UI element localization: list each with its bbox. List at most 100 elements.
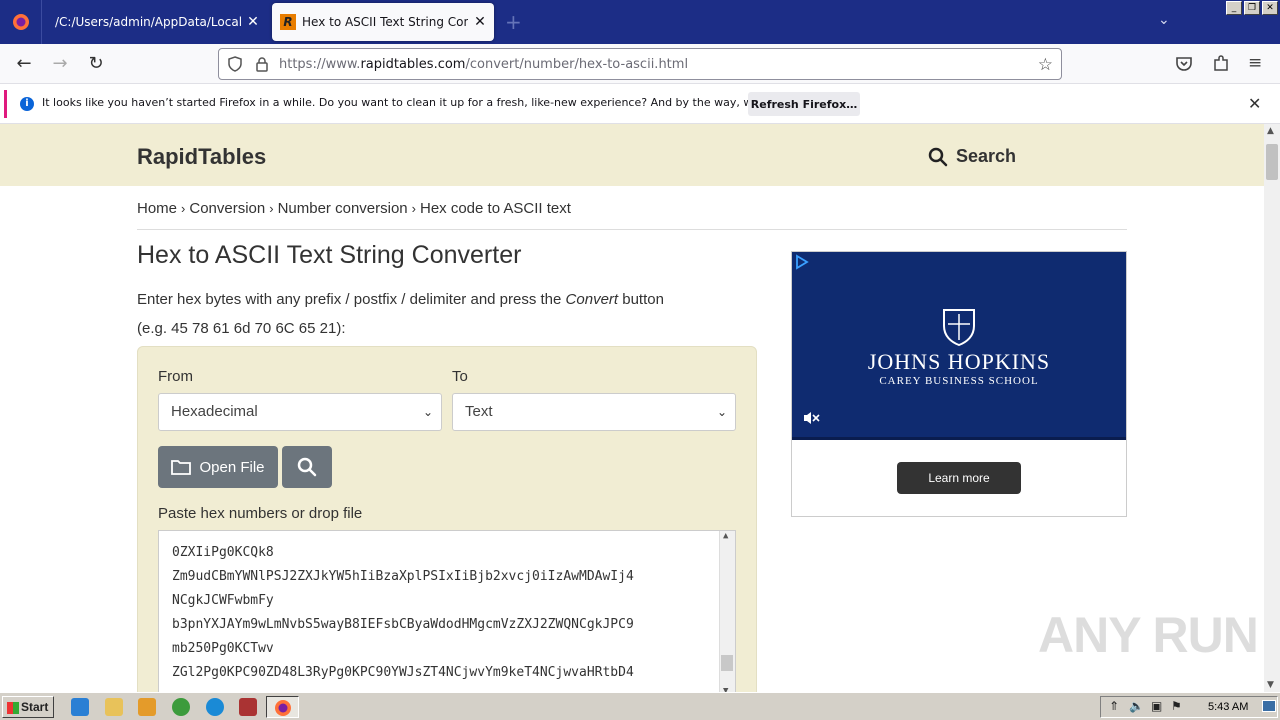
search-button[interactable] [282, 446, 332, 488]
firefox-notification-bar: i It looks like you haven’t started Fire… [0, 84, 1280, 124]
page-title: Hex to ASCII Text String Converter [137, 241, 522, 269]
firefox-icon [275, 700, 291, 716]
scrollbar-thumb[interactable] [721, 655, 733, 671]
firefox-icon [12, 14, 29, 30]
rapidtables-favicon-icon: R [280, 14, 296, 30]
breadcrumb-number-conversion[interactable]: Number conversion [278, 200, 408, 217]
breadcrumb-separator: › [269, 201, 274, 216]
close-tab-icon[interactable]: ✕ [472, 14, 488, 30]
from-select[interactable]: Hexadecimal ⌄ [158, 393, 442, 431]
hex-text-content: 0ZXIiPg0KCQk8 Zm9udCBmYWNlPSJ2ZXJkYW5hIi… [172, 531, 634, 685]
ad-brand-name: JOHNS HOPKINS [867, 349, 1051, 374]
folder-icon [171, 460, 192, 475]
breadcrumb-separator: › [181, 201, 186, 216]
to-label: To [452, 368, 468, 385]
scroll-up-icon[interactable]: ▲ [1267, 126, 1274, 136]
windows-logo-icon [7, 701, 19, 714]
tray-arrow-icon[interactable]: ⇑ [1109, 699, 1119, 713]
reload-icon[interactable]: ↻ [84, 52, 108, 76]
lock-icon[interactable] [255, 56, 269, 72]
volume-icon[interactable]: 🔈 [1129, 699, 1144, 713]
tab-hex-converter[interactable]: R Hex to ASCII Text String Converter ✕ [272, 3, 494, 41]
window-controls: _ ❐ ✕ [1226, 1, 1278, 15]
breadcrumb: Home › Conversion › Number conversion › Hex co… [137, 200, 571, 217]
search-icon [928, 147, 948, 166]
info-icon: i [20, 97, 34, 111]
hamburger-menu-icon[interactable]: ≡ [1248, 53, 1262, 73]
from-select-value: Hexadecimal [171, 403, 258, 420]
refresh-firefox-button[interactable]: Refresh Firefox… [748, 92, 860, 116]
close-tab-icon[interactable]: ✕ [245, 14, 261, 30]
breadcrumb-conversion[interactable]: Conversion [189, 200, 265, 217]
media-player-icon[interactable] [138, 698, 156, 716]
breadcrumb-separator: › [411, 201, 416, 216]
muted-speaker-icon[interactable] [802, 410, 820, 426]
site-logo[interactable]: RapidTables [137, 144, 266, 170]
tab-label: Hex to ASCII Text String Converter [302, 15, 468, 29]
divider [137, 229, 1127, 230]
firefox-taskbar-button[interactable] [266, 696, 299, 718]
page-scrollbar[interactable]: ▲ ▼ [1264, 124, 1280, 692]
windows-taskbar: Start ⇑ 🔈 ▣ ⚑ 5:43 AM [0, 692, 1280, 720]
converter-form: From To Hexadecimal ⌄ Text ⌄ Open File P… [137, 346, 757, 692]
to-select[interactable]: Text ⌄ [452, 393, 736, 431]
scroll-down-icon[interactable]: ▼ [1267, 680, 1274, 690]
chevron-down-icon: ⌄ [422, 405, 433, 419]
anyrun-watermark: ANY RUN [1038, 607, 1259, 663]
hex-line: 0ZXIiPg0KCQk8 [172, 545, 274, 560]
firefox-menu-tab[interactable] [0, 0, 42, 44]
site-search-button[interactable]: Search [928, 146, 1016, 167]
restore-icon[interactable]: ❐ [1244, 1, 1260, 15]
open-file-label: Open File [199, 458, 265, 476]
example-text: (e.g. 45 78 61 6d 70 6C 65 21): [137, 320, 346, 337]
start-label: Start [21, 700, 49, 714]
back-arrow-icon[interactable]: ← [12, 52, 36, 76]
breadcrumb-home[interactable]: Home [137, 200, 177, 217]
textarea-scrollbar[interactable]: ▲ ▼ [719, 531, 735, 692]
bookmark-star-icon[interactable]: ☆ [1038, 55, 1053, 75]
to-select-value: Text [465, 403, 493, 420]
hex-line: Zm9udCBmYWNlPSJ2ZXJkYW5hIiBzaXplPSIxIiBj… [172, 569, 634, 584]
chrome-icon[interactable] [172, 698, 190, 716]
search-label: Search [956, 146, 1017, 166]
show-desktop-icon[interactable] [1262, 700, 1276, 712]
navigation-toolbar: ← → ↻ https://www.rapidtables.com/conver… [0, 44, 1280, 84]
tab-temp-file[interactable]: /C:/Users/admin/AppData/Local/Temp/ ✕ [43, 0, 269, 44]
university-shield-icon [943, 309, 975, 346]
close-icon[interactable]: ✕ [1248, 94, 1261, 113]
page-scrollbar-thumb[interactable] [1266, 144, 1278, 180]
forward-arrow-icon[interactable]: → [48, 52, 72, 76]
intro-text: Enter hex bytes with any prefix / postfi… [137, 291, 664, 308]
hex-line: ZGl2Pg0KPC90ZD48L3RyPg0KPC90YWJsZT4NCjwv… [172, 665, 634, 680]
tracking-shield-icon[interactable] [227, 56, 243, 72]
ad-subtitle: CAREY BUSINESS SCHOOL [879, 375, 1039, 387]
edge-icon[interactable] [206, 698, 224, 716]
hex-input-textarea[interactable]: 0ZXIiPg0KCQk8 Zm9udCBmYWNlPSJ2ZXJkYW5hIi… [158, 530, 736, 692]
chevron-down-icon: ⌄ [716, 405, 727, 419]
new-tab-icon[interactable]: + [505, 10, 522, 34]
browser-tab-bar: /C:/Users/admin/AppData/Local/Temp/ ✕ R … [0, 0, 1280, 44]
learn-more-button[interactable]: Learn more [897, 462, 1021, 494]
open-file-button[interactable]: Open File [158, 446, 278, 488]
extensions-puzzle-icon[interactable] [1212, 55, 1230, 73]
start-button[interactable]: Start [2, 696, 54, 718]
address-bar[interactable]: https://www.rapidtables.com/convert/numb… [218, 48, 1062, 80]
system-tray: ⇑ 🔈 ▣ ⚑ [1100, 696, 1278, 718]
minimize-icon[interactable]: _ [1226, 1, 1242, 15]
winrar-icon[interactable] [239, 698, 257, 716]
breadcrumb-current[interactable]: Hex code to ASCII text [420, 200, 571, 217]
flag-icon[interactable]: ⚑ [1171, 699, 1182, 713]
scroll-up-icon[interactable]: ▲ [723, 531, 728, 541]
pocket-icon[interactable] [1175, 56, 1193, 72]
list-tabs-chevron-icon[interactable]: ⌄ [1158, 12, 1170, 28]
url-text: https://www.rapidtables.com/convert/numb… [279, 56, 689, 72]
advertisement[interactable]: JOHNS HOPKINS CAREY BUSINESS SCHOOL Lear… [791, 251, 1127, 517]
file-explorer-icon[interactable] [105, 698, 123, 716]
internet-explorer-icon[interactable] [71, 698, 89, 716]
close-window-icon[interactable]: ✕ [1262, 1, 1278, 15]
tab-label: /C:/Users/admin/AppData/Local/Temp/ [55, 15, 241, 29]
ad-video[interactable]: JOHNS HOPKINS CAREY BUSINESS SCHOOL [792, 252, 1126, 440]
adchoices-icon[interactable] [794, 254, 810, 270]
network-icon[interactable]: ▣ [1151, 699, 1162, 713]
site-header: RapidTables Search [0, 124, 1264, 186]
